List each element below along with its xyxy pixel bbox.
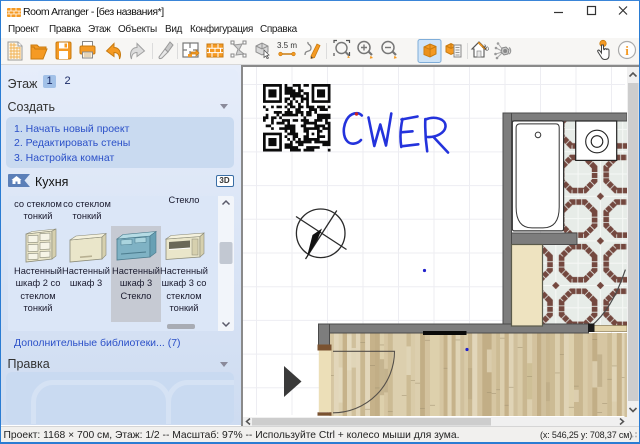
- svg-text:3.5 m: 3.5 m: [277, 41, 297, 50]
- svg-text:i: i: [625, 43, 629, 58]
